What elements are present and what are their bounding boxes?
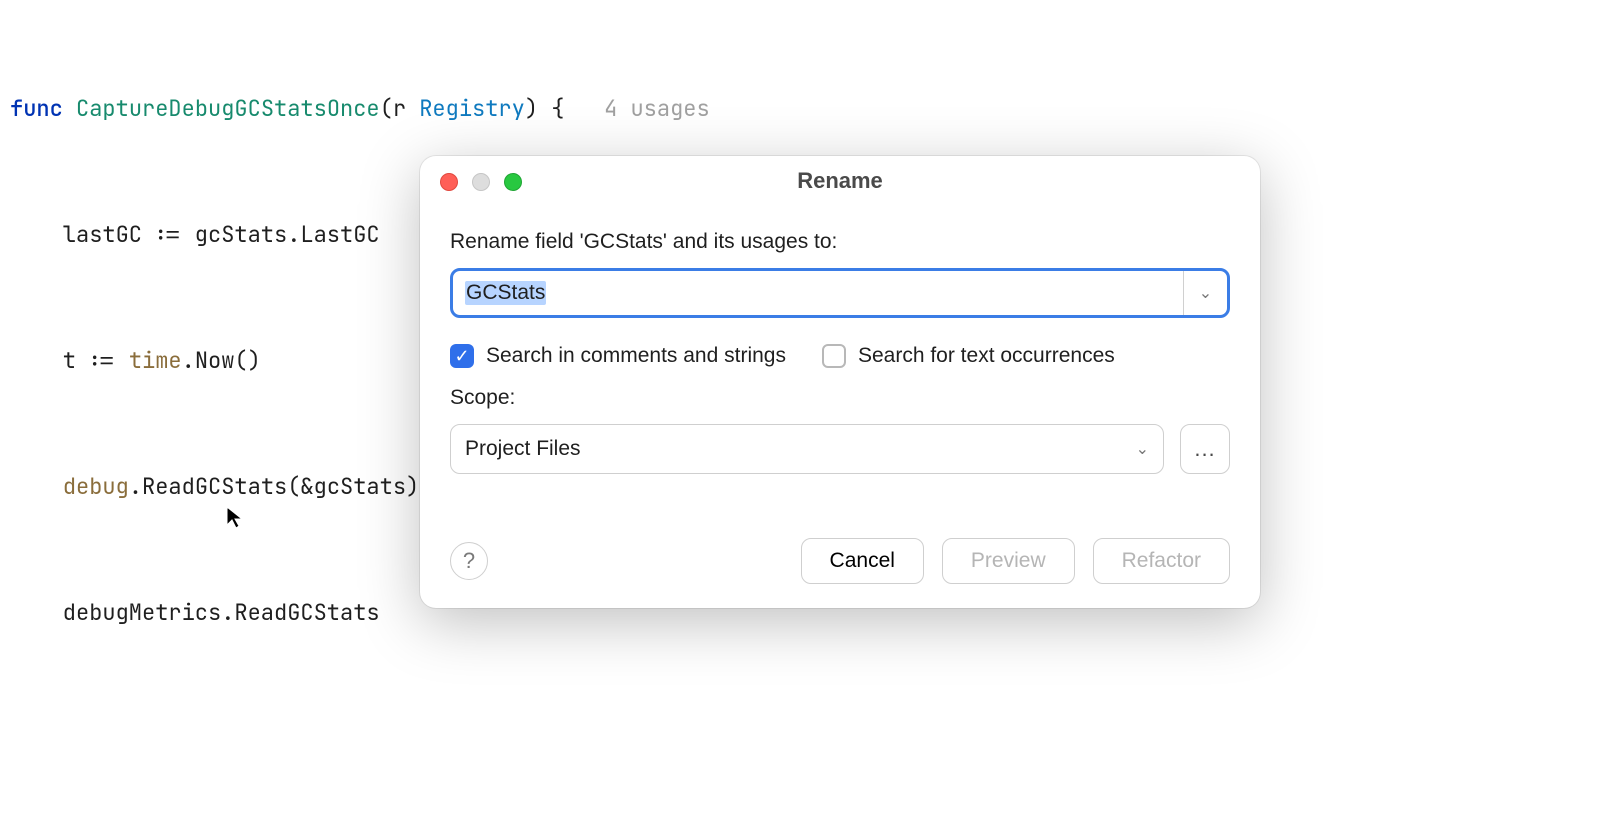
close-icon[interactable] [440,173,458,191]
checkbox-label: Search in comments and strings [486,344,786,368]
rename-input-row: GCStats ⌄ [450,268,1230,318]
rename-input[interactable]: GCStats [453,271,1183,315]
checkbox-empty-icon [822,344,846,368]
minimize-icon[interactable] [472,173,490,191]
maximize-icon[interactable] [504,173,522,191]
scope-more-button[interactable]: ... [1180,424,1230,474]
dialog-title: Rename [797,168,883,194]
pkg-time: time [129,346,182,375]
history-dropdown-button[interactable]: ⌄ [1183,271,1227,315]
func-name: CaptureDebugGCStatsOnce [76,94,380,123]
refactor-button[interactable]: Refactor [1093,538,1230,584]
scope-select[interactable]: Project Files ⌄ [450,424,1164,474]
checkbox-search-text[interactable]: Search for text occurrences [822,344,1115,368]
pkg-debug: debug [63,472,129,501]
keyword-func: func [10,94,63,123]
preview-button[interactable]: Preview [942,538,1075,584]
checkbox-search-comments[interactable]: ✓ Search in comments and strings [450,344,786,368]
window-controls [440,173,522,191]
dialog-titlebar[interactable]: Rename [420,156,1260,206]
code-line[interactable]: func CaptureDebugGCStatsOnce(r Registry)… [0,88,1606,130]
rename-prompt: Rename field 'GCStats' and its usages to… [450,230,1230,254]
scope-value: Project Files [465,437,581,461]
chevron-down-icon: ⌄ [1199,283,1212,303]
type-name: Registry [419,94,525,123]
checkbox-label: Search for text occurrences [858,344,1115,368]
help-button[interactable]: ? [450,542,488,580]
rename-dialog: Rename Rename field 'GCStats' and its us… [420,156,1260,608]
rename-input-value: GCStats [465,281,546,305]
cancel-button[interactable]: Cancel [801,538,924,584]
usages-hint[interactable]: 4 usages [604,94,710,123]
checkmark-icon: ✓ [450,344,474,368]
code-line[interactable] [0,718,1606,760]
chevron-down-icon: ⌄ [1136,439,1149,459]
scope-label: Scope: [450,386,1230,410]
